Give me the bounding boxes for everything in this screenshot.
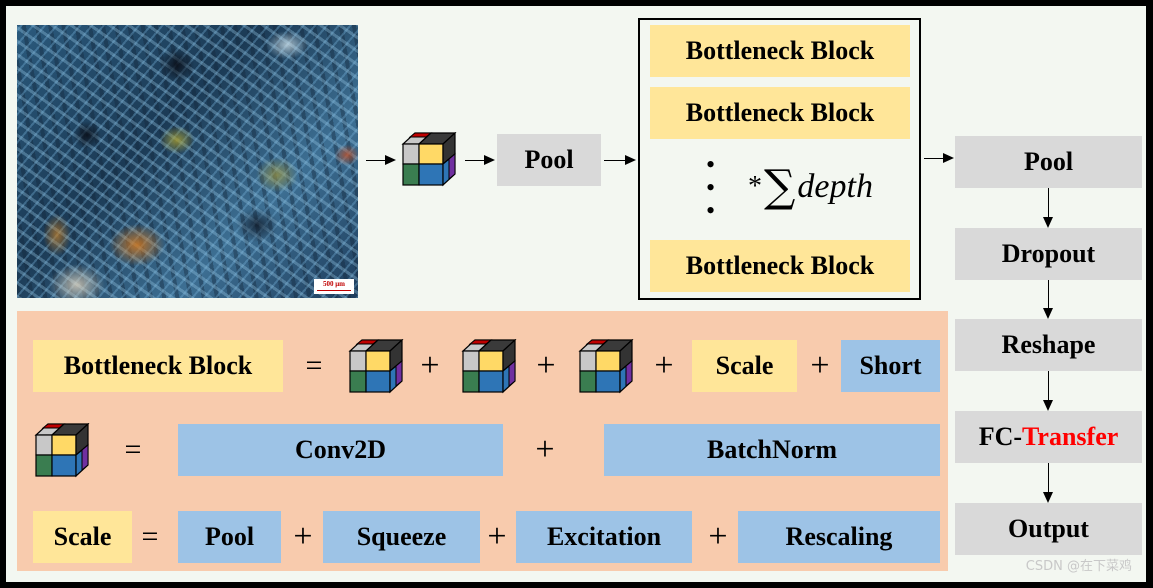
transfer-highlight: Transfer bbox=[1022, 422, 1119, 451]
legend-pool-box: Pool bbox=[178, 511, 281, 563]
squeeze-box: Squeeze bbox=[323, 511, 480, 563]
arrow-conv-to-pool bbox=[465, 155, 495, 165]
conv2d-box: Conv2D bbox=[178, 424, 503, 476]
micrograph-image: 500 μm bbox=[17, 25, 358, 298]
bottleneck-block-1: Bottleneck Block bbox=[650, 25, 910, 77]
multiplier-star: * bbox=[748, 170, 762, 202]
pool-box-right: Pool bbox=[955, 136, 1142, 188]
arrow-stack-to-pool bbox=[924, 153, 954, 163]
arrow-pool-to-dropout bbox=[1043, 188, 1053, 228]
reshape-box: Reshape bbox=[955, 319, 1142, 371]
conv-block-cube-icon bbox=[31, 423, 91, 479]
vertical-ellipsis: • • • bbox=[706, 150, 716, 225]
plus-sign: + bbox=[654, 347, 674, 384]
bottleneck-block-n: Bottleneck Block bbox=[650, 240, 910, 292]
legend-bottleneck-label: Bottleneck Block bbox=[33, 340, 283, 392]
pool-box-top: Pool bbox=[497, 134, 601, 186]
equals-sign: = bbox=[141, 520, 159, 553]
depth-variable: depth bbox=[797, 167, 873, 205]
arrow-image-to-conv bbox=[366, 155, 396, 165]
scale-bar: 500 μm bbox=[314, 279, 354, 294]
watermark: CSDN @在下菜鸡 bbox=[1025, 559, 1132, 574]
plus-sign: + bbox=[293, 518, 313, 555]
conv-block-cube-icon bbox=[345, 339, 405, 395]
output-box: Output bbox=[955, 503, 1142, 555]
legend-short-box: Short bbox=[841, 340, 940, 392]
depth-multiplier: * ∑ depth bbox=[748, 161, 873, 212]
excitation-box: Excitation bbox=[516, 511, 692, 563]
conv-block-cube-icon bbox=[575, 339, 635, 395]
fc-transfer-box: FC- Transfer bbox=[955, 411, 1142, 463]
plus-sign: + bbox=[810, 347, 830, 384]
dropout-box: Dropout bbox=[955, 228, 1142, 280]
legend-scale-box: Scale bbox=[692, 340, 797, 392]
plus-sign: + bbox=[708, 518, 728, 555]
diagram-canvas: 500 μm Pool Bottleneck Block Bottleneck … bbox=[6, 6, 1146, 582]
rescaling-box: Rescaling bbox=[738, 511, 940, 563]
equals-sign: = bbox=[124, 433, 142, 466]
arrow-reshape-to-fc bbox=[1043, 371, 1053, 411]
bottleneck-block-2: Bottleneck Block bbox=[650, 87, 910, 139]
equals-sign: = bbox=[305, 349, 323, 382]
conv-block-cube-icon bbox=[398, 132, 458, 188]
conv-block-cube-icon bbox=[458, 339, 518, 395]
plus-sign: + bbox=[420, 347, 440, 384]
plus-sign: + bbox=[536, 347, 556, 384]
fc-prefix: FC- bbox=[978, 422, 1023, 451]
arrow-pool-to-stack bbox=[604, 155, 636, 165]
batchnorm-box: BatchNorm bbox=[604, 424, 940, 476]
arrow-fc-to-output bbox=[1043, 463, 1053, 503]
sigma-symbol: ∑ bbox=[764, 161, 796, 212]
arrow-dropout-to-reshape bbox=[1043, 280, 1053, 319]
plus-sign: + bbox=[487, 518, 507, 555]
plus-sign: + bbox=[535, 431, 555, 468]
legend-scale-label: Scale bbox=[33, 511, 132, 563]
